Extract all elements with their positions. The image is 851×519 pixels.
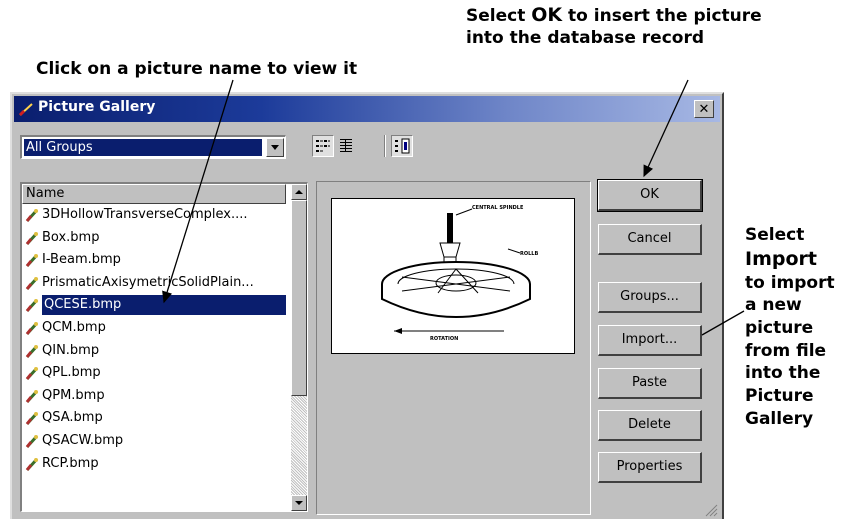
chevron-down-icon[interactable] [266, 138, 284, 157]
picture-file-icon [25, 389, 39, 403]
groups-dropdown-value: All Groups [24, 139, 262, 156]
list-item-label: PrismaticAxisymetricSolidPlain... [42, 274, 254, 290]
list-item[interactable]: QPM.bmp [22, 385, 286, 408]
import-button[interactable]: Import... [598, 325, 702, 356]
column-header-name[interactable]: Name [22, 184, 286, 204]
list-item-label: QPM.bmp [42, 387, 105, 403]
vertical-scrollbar[interactable] [291, 184, 307, 511]
scroll-up-button[interactable] [291, 184, 307, 200]
properties-button[interactable]: Properties [598, 452, 702, 483]
picture-file-icon [25, 367, 39, 381]
delete-button[interactable]: Delete [598, 410, 702, 441]
scroll-track[interactable] [291, 396, 307, 495]
list-item[interactable]: RCP.bmp [22, 453, 286, 476]
picture-gallery-dialog: Picture Gallery ✕ All Groups Name 3DHoll… [10, 92, 724, 519]
title-bar[interactable]: Picture Gallery ✕ [14, 96, 720, 122]
list-item-label: 3DHollowTransverseComplex.... [42, 207, 248, 222]
list-item[interactable]: QSACW.bmp [22, 430, 286, 453]
list-item[interactable]: PrismaticAxisymetricSolidPlain... [22, 272, 286, 295]
list-item-label: QSACW.bmp [42, 432, 124, 448]
groups-button[interactable]: Groups... [598, 282, 702, 313]
picture-file-icon [25, 412, 39, 426]
list-view-button[interactable] [312, 135, 334, 157]
list-item-label: RCP.bmp [42, 455, 99, 471]
picture-file-icon [25, 457, 39, 471]
wheel-drawing: CENTRAL SPINDLE ROLLB ROTATION [381, 205, 538, 342]
list-item-label: QIN.bmp [42, 342, 100, 358]
paintbrush-icon [18, 103, 33, 117]
preview-toggle-icon [395, 138, 410, 154]
label-central: CENTRAL SPINDLE [472, 205, 524, 211]
details-view-icon [340, 139, 352, 152]
picture-file-icon [25, 299, 39, 313]
annotation-click-name: Click on a picture name to view it [36, 59, 358, 79]
picture-list-items: 3DHollowTransverseComplex.... Box.bmp I-Be… [22, 204, 286, 475]
picture-file-icon [25, 276, 39, 290]
close-button[interactable]: ✕ [694, 100, 714, 118]
list-item-label: I-Beam.bmp [42, 252, 121, 268]
label-rollb: ROLLB [520, 251, 538, 257]
list-view-icon [316, 140, 330, 152]
annotation-ok: Select OK to insert the picture into the… [466, 4, 762, 48]
ok-button[interactable]: OK [597, 179, 703, 212]
details-view-button[interactable] [336, 135, 358, 157]
scroll-thumb[interactable] [291, 200, 307, 396]
preview-pane: CENTRAL SPINDLE ROLLB ROTATION [316, 181, 591, 515]
picture-file-icon [25, 254, 39, 268]
list-item[interactable]: QPL.bmp [22, 362, 286, 385]
picture-list[interactable]: Name 3DHollowTransverseComplex.... Box.bm… [20, 182, 308, 512]
label-rotation: ROTATION [430, 336, 458, 342]
list-item[interactable]: QCESE.bmp [22, 294, 286, 317]
annotation-import: Select Import to import a new picture fr… [745, 225, 835, 429]
picture-file-icon [25, 321, 39, 335]
list-item-label: Box.bmp [42, 229, 100, 245]
scroll-down-button[interactable] [291, 495, 307, 511]
picture-file-icon [25, 434, 39, 448]
picture-preview: CENTRAL SPINDLE ROLLB ROTATION [331, 198, 575, 354]
paste-button[interactable]: Paste [598, 368, 702, 399]
preview-toggle-button[interactable] [391, 135, 413, 157]
toolbar-separator [384, 135, 386, 157]
list-item[interactable]: QCM.bmp [22, 317, 286, 340]
groups-dropdown[interactable]: All Groups [20, 135, 286, 159]
list-item-label: QPL.bmp [42, 365, 101, 381]
list-item[interactable]: QSA.bmp [22, 407, 286, 430]
cancel-button[interactable]: Cancel [598, 224, 702, 255]
picture-file-icon [25, 344, 39, 358]
list-item[interactable]: I-Beam.bmp [22, 249, 286, 272]
list-item[interactable]: Box.bmp [22, 227, 286, 250]
list-item-label: QSA.bmp [42, 410, 103, 426]
list-item-label: QCESE.bmp [42, 295, 286, 316]
list-item-label: QCM.bmp [42, 319, 106, 335]
list-item[interactable]: 3DHollowTransverseComplex.... [22, 204, 286, 227]
picture-file-icon [25, 231, 39, 245]
resize-grip-icon[interactable] [704, 503, 718, 517]
picture-file-icon [25, 208, 39, 223]
list-item[interactable]: QIN.bmp [22, 340, 286, 363]
dialog-title: Picture Gallery [38, 99, 156, 115]
